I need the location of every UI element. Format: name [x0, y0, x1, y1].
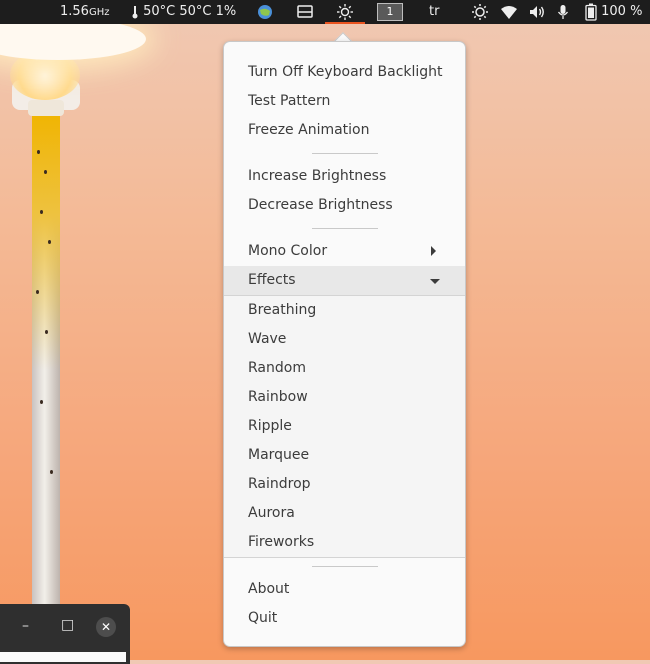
effect-item-rainbow[interactable]: Rainbow [248, 389, 308, 405]
minimize-icon[interactable]: – [22, 618, 29, 634]
microphone-icon [557, 4, 569, 19]
effect-item-marquee[interactable]: Marquee [248, 447, 309, 463]
menu-item-quit[interactable]: Quit [248, 610, 277, 626]
top-panel: 1.56GHz 50°C 50°C 1% 1 tr 100 % [0, 0, 650, 24]
lamp-spot [44, 170, 47, 174]
speaker-icon [530, 5, 544, 18]
effect-item-fireworks[interactable]: Fireworks [248, 534, 314, 550]
lamp-spot [48, 240, 51, 244]
effect-item-aurora[interactable]: Aurora [248, 505, 295, 521]
keyboard-backlight-menu: Turn Off Keyboard Backlight Test Pattern… [223, 41, 466, 647]
menu-separator [312, 228, 378, 229]
active-indicator-underline [325, 22, 365, 24]
display-icon [297, 4, 313, 18]
cpu-frequency-indicator[interactable]: 1.56GHz [60, 0, 109, 24]
battery-icon [585, 3, 597, 21]
menu-item-test-pattern[interactable]: Test Pattern [248, 93, 330, 109]
lamp-shade [0, 18, 146, 60]
wifi-icon [501, 5, 517, 19]
menu-item-effects[interactable]: Effects [248, 272, 296, 288]
volume-indicator[interactable] [528, 0, 546, 24]
menu-item-freeze-animation[interactable]: Freeze Animation [248, 122, 370, 138]
thermometer-icon [131, 4, 143, 19]
lamp-spot [40, 210, 43, 214]
battery-indicator[interactable]: 100 % [585, 0, 642, 24]
display-indicator[interactable] [297, 0, 313, 24]
close-icon[interactable]: ✕ [96, 617, 116, 637]
effect-item-wave[interactable]: Wave [248, 331, 286, 347]
menu-item-decrease-brightness[interactable]: Decrease Brightness [248, 197, 393, 213]
menu-separator [312, 566, 378, 567]
battery-percentage: 100 % [601, 4, 643, 19]
sun-icon [472, 3, 488, 20]
globe-icon [258, 4, 272, 19]
submenu-arrow-down-icon [430, 279, 440, 284]
menu-item-mono-color[interactable]: Mono Color [248, 243, 327, 259]
effect-item-random[interactable]: Random [248, 360, 306, 376]
lamp-spot [50, 470, 53, 474]
cpu-frequency-unit: GHz [88, 7, 110, 18]
lamp-spot [45, 330, 48, 334]
cpu-frequency-value: 1.56 [60, 4, 89, 19]
keyboard-layout-indicator[interactable]: tr [429, 0, 439, 24]
menu-item-increase-brightness[interactable]: Increase Brightness [248, 168, 386, 184]
microphone-indicator[interactable] [557, 0, 569, 24]
effect-item-ripple[interactable]: Ripple [248, 418, 292, 434]
workspace-number: 1 [377, 2, 403, 21]
workspace-indicator[interactable]: 1 [377, 0, 403, 24]
keyboard-backlight-indicator[interactable] [336, 0, 354, 24]
menu-separator [312, 153, 378, 154]
brightness-indicator[interactable] [471, 0, 489, 24]
temperature-indicator[interactable]: 50°C 50°C 1% [131, 0, 236, 24]
temperature-value: 50°C 50°C 1% [143, 4, 237, 19]
lamp-collar [28, 100, 64, 116]
lamp-spot [40, 400, 43, 404]
effect-item-raindrop[interactable]: Raindrop [248, 476, 311, 492]
window-content-strip [0, 652, 126, 662]
lamp-spot [36, 290, 39, 294]
effect-item-breathing[interactable]: Breathing [248, 302, 316, 318]
bulb-icon [337, 3, 353, 20]
maximize-icon[interactable]: □ [61, 617, 74, 633]
wifi-indicator[interactable] [500, 0, 518, 24]
menu-item-about[interactable]: About [248, 581, 289, 597]
submenu-arrow-right-icon [431, 246, 436, 256]
menu-item-turn-off-backlight[interactable]: Turn Off Keyboard Backlight [248, 64, 443, 80]
lamp-spot [37, 150, 40, 154]
globe-indicator[interactable] [257, 0, 273, 24]
